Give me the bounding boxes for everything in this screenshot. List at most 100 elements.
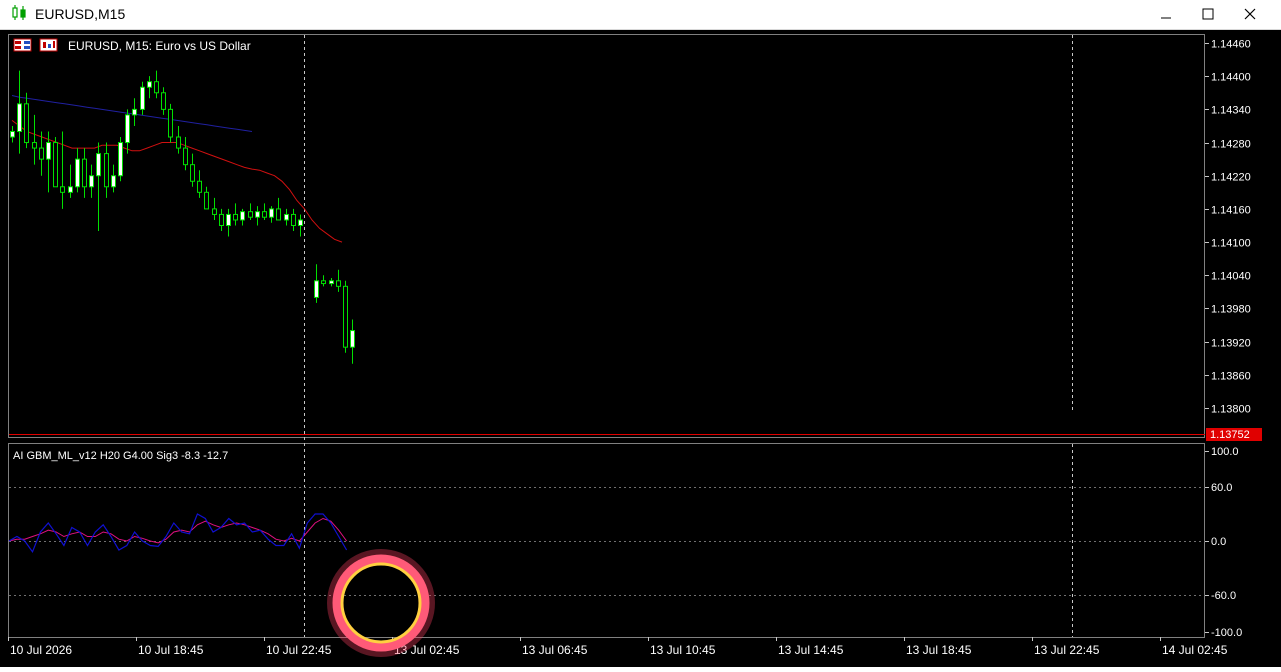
- window-title: EURUSD,M15: [35, 6, 126, 22]
- price-tick-label: 1.13800: [1211, 404, 1251, 416]
- candle-body: [284, 213, 289, 221]
- time-tick-label: 10 Jul 2026: [10, 643, 72, 657]
- close-button[interactable]: [1229, 0, 1271, 29]
- bear-candle: [154, 70, 159, 99]
- chart-window-icon: [11, 5, 27, 26]
- bear-candle: [197, 170, 202, 198]
- price-tick-label: 1.14280: [1211, 139, 1251, 151]
- time-tick-label: 13 Jul 22:45: [1034, 643, 1100, 657]
- candle-body: [298, 219, 303, 226]
- candle-body: [32, 142, 37, 149]
- candle-body: [226, 213, 231, 226]
- bear-candle: [161, 87, 166, 115]
- candle-body: [248, 211, 253, 218]
- bear-candle: [32, 114, 37, 165]
- price-tick-label: 1.14100: [1211, 238, 1251, 250]
- candle-body: [233, 213, 238, 221]
- price-tick-label: 1.14340: [1211, 105, 1251, 117]
- bear-candle: [190, 153, 195, 187]
- minimize-button[interactable]: [1145, 0, 1187, 29]
- chart-area[interactable]: EURUSD, M15: Euro vs US Dollar 1.14460 1.…: [0, 30, 1281, 667]
- time-tick-label: 13 Jul 18:45: [906, 643, 972, 657]
- bull-candle: [350, 319, 355, 364]
- candle-body: [255, 211, 260, 218]
- main-chart-border: [8, 34, 1205, 438]
- price-tick-label: 1.14160: [1211, 205, 1251, 217]
- bear-candle: [60, 131, 65, 209]
- candle-body: [219, 213, 224, 226]
- window-titlebar: EURUSD,M15: [0, 0, 1281, 30]
- bear-candle: [82, 148, 87, 198]
- chart-header: EURUSD, M15: Euro vs US Dollar: [13, 38, 251, 53]
- bull-candle: [46, 131, 51, 193]
- bear-candle: [262, 203, 267, 220]
- bull-candle: [284, 208, 289, 226]
- chart-type-icon[interactable]: [39, 38, 58, 52]
- maximize-button[interactable]: [1187, 0, 1229, 29]
- candle-body: [336, 280, 341, 287]
- bear-candle: [104, 142, 109, 198]
- candle-body: [262, 211, 267, 218]
- candle-body: [321, 280, 326, 285]
- bear-candle: [24, 92, 29, 149]
- indicator-level-label: 100.0: [1211, 446, 1239, 458]
- candle-body: [53, 142, 58, 188]
- bull-candle: [147, 76, 152, 99]
- bull-candle: [89, 164, 94, 198]
- candle-body: [75, 158, 80, 188]
- candle-body: [240, 211, 245, 221]
- bear-candle: [248, 203, 253, 220]
- candle-body: [68, 186, 73, 193]
- bear-candle: [233, 203, 238, 226]
- bear-candle: [176, 125, 181, 154]
- bear-candle: [39, 131, 44, 176]
- candle-body: [17, 103, 22, 132]
- candle-body: [60, 186, 65, 193]
- one-click-trading-icon[interactable]: [13, 38, 32, 52]
- indicator-label: AI GBM_ML_v12 H20 G4.00 Sig3 -8.3 -12.7: [13, 450, 228, 462]
- close-icon: [1244, 8, 1256, 20]
- time-tick-label: 14 Jul 02:45: [1162, 643, 1228, 657]
- bull-candle: [111, 164, 116, 193]
- candle-body: [89, 175, 94, 188]
- bear-candle: [336, 269, 341, 292]
- bull-candle: [17, 70, 22, 154]
- candle-body: [183, 147, 188, 166]
- current-price-label: 1.13752: [1210, 429, 1250, 441]
- candle-body: [176, 136, 181, 149]
- candle-body: [269, 208, 274, 218]
- candle-body: [140, 86, 145, 110]
- time-tick-label: 10 Jul 18:45: [138, 643, 204, 657]
- indicator-level-label: -100.0: [1211, 627, 1242, 639]
- bull-candle: [269, 206, 274, 223]
- bear-candle: [343, 280, 348, 353]
- candle-body: [46, 142, 51, 160]
- price-tick-label: 1.13860: [1211, 371, 1251, 383]
- bull-candle: [75, 148, 80, 193]
- bull-candle: [298, 214, 303, 237]
- price-tick-label: 1.14460: [1211, 39, 1251, 51]
- candle-body: [190, 164, 195, 182]
- indicator-level-label: 60.0: [1211, 482, 1232, 494]
- candle-body: [118, 142, 123, 177]
- price-tick-label: 1.14220: [1211, 172, 1251, 184]
- bull-candle: [10, 125, 15, 143]
- time-axis: 10 Jul 2026 10 Jul 18:45 10 Jul 22:45 13 Ju…: [8, 637, 1228, 657]
- bull-candle: [240, 208, 245, 226]
- candle-body: [24, 103, 29, 144]
- price-tick-label: 1.13920: [1211, 338, 1251, 350]
- time-tick-label: 10 Jul 22:45: [266, 643, 332, 657]
- time-tick-label: 13 Jul 10:45: [650, 643, 716, 657]
- candle-body: [10, 130, 15, 138]
- candle-body: [111, 175, 116, 188]
- candle-body: [161, 92, 166, 110]
- bear-candle: [219, 208, 224, 232]
- candle-body: [314, 280, 319, 298]
- bull-candle: [314, 264, 319, 303]
- price-tick-label: 1.14040: [1211, 271, 1251, 283]
- candle-body: [39, 147, 44, 160]
- chart-frame: EURUSD, M15: Euro vs US Dollar 1.14460 1.…: [0, 30, 1281, 667]
- candle-body: [154, 81, 159, 94]
- candle-body: [329, 280, 334, 285]
- bull-candle: [68, 164, 73, 198]
